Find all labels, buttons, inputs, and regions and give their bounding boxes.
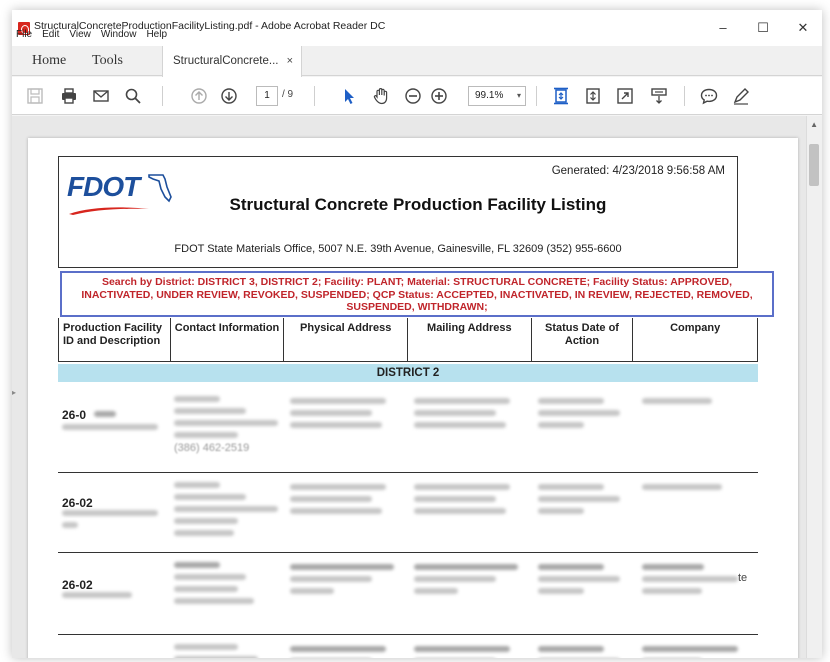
print-icon[interactable] [58,85,80,107]
tab-bar: Home Tools StructuralConcrete... × [12,46,822,77]
zoom-in-icon[interactable] [428,85,450,107]
pdf-page: FDOT Generated: 4/23/2018 9:56:58 AM Str… [28,138,798,658]
email-icon[interactable] [90,85,112,107]
select-arrow-icon[interactable] [338,85,360,107]
column-header-contact: Contact Information [171,318,285,361]
district-band: DISTRICT 2 [58,364,758,382]
menu-help[interactable]: Help [146,26,167,44]
zoom-value: 99.1% [475,90,504,101]
column-header-company: Company [670,322,721,334]
report-header: FDOT Generated: 4/23/2018 9:56:58 AM Str… [58,156,738,268]
zoom-select[interactable]: 99.1% ▾ [468,86,526,106]
facility-id: 26-02 [62,578,93,592]
tab-home[interactable]: Home [32,46,66,76]
table-row: 26-1 [58,638,758,658]
fit-page-icon[interactable] [550,85,572,107]
hand-icon[interactable] [370,85,392,107]
tab-document[interactable]: StructuralConcrete... × [162,46,302,77]
document-viewport[interactable]: ▸ ◂ ▲ FDOT Generated: 4/23/2018 9:56:58 … [12,116,822,658]
tab-close-icon[interactable]: × [287,46,293,76]
acrobat-window: StructuralConcreteProductionFacilityList… [12,10,822,658]
tab-tools[interactable]: Tools [92,46,123,76]
column-header-status: Status Date of Action [532,318,634,361]
generated-timestamp: Generated: 4/23/2018 9:56:58 AM [551,165,725,177]
table-row: 26-02 te [58,556,758,636]
menu-window[interactable]: Window [101,26,137,44]
scroll-thumb[interactable] [809,144,819,186]
save-icon[interactable] [24,85,46,107]
column-header-facility: Production Facility ID and Description [59,318,171,361]
menu-bar: File Edit View Window Help [12,26,822,44]
facility-id: 26-02 [62,496,93,510]
scroll-mode-icon[interactable] [582,85,604,107]
zoom-out-icon[interactable] [402,85,424,107]
report-address: FDOT State Materials Office, 5007 N.E. 3… [174,243,622,255]
comment-icon[interactable] [698,85,720,107]
menu-view[interactable]: View [69,26,91,44]
fullscreen-icon[interactable] [614,85,636,107]
left-pane-toggle-icon[interactable]: ▸ [12,388,16,397]
page-total: / 9 [282,89,294,100]
table-row: 26-0 (386) 462-2519 [58,390,758,470]
company-suffix-text: te [738,572,748,584]
page-number-input[interactable]: 1 [256,86,278,106]
tab-document-label: StructuralConcrete... [173,55,279,67]
report-title: Structural Concrete Production Facility … [229,195,607,214]
scroll-up-icon[interactable]: ▲ [810,120,818,129]
read-mode-icon[interactable] [648,85,670,107]
column-header-mailing-address: Mailing Address [408,318,532,361]
chevron-down-icon: ▾ [516,91,521,100]
search-criteria-box: Search by District: DISTRICT 3, DISTRICT… [60,271,774,317]
vertical-scrollbar[interactable]: ▲ [806,116,822,658]
search-criteria: Search by District: DISTRICT 3, DISTRICT… [81,276,753,313]
menu-edit[interactable]: Edit [42,26,59,44]
toolbar: 1 / 9 99.1% ▾ [12,77,822,115]
facility-id: 26-0 [62,408,87,422]
table-header: Production Facility ID and Description C… [58,318,758,362]
page-down-icon[interactable] [218,85,240,107]
column-header-physical-address: Physical Address [284,318,408,361]
search-icon[interactable] [122,85,144,107]
menu-file[interactable]: File [16,26,32,44]
table-row: 26-02 [58,476,758,556]
sign-icon[interactable] [730,85,752,107]
page-up-icon[interactable] [188,85,210,107]
contact-phone: (386) 462-2519 [174,442,250,454]
